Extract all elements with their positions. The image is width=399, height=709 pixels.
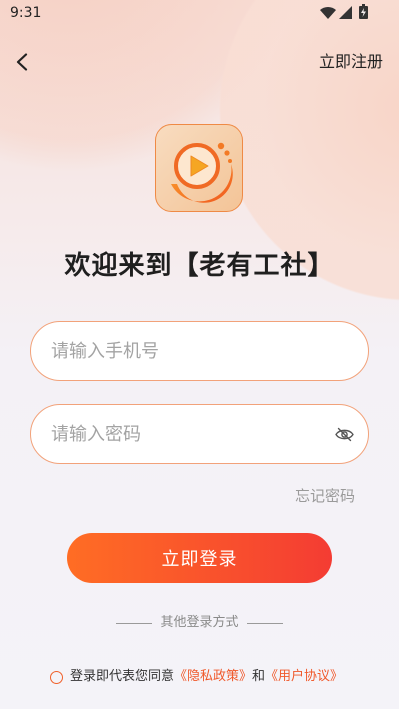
status-time: 9:31	[10, 5, 42, 21]
back-button[interactable]	[12, 51, 32, 73]
privacy-policy-link[interactable]: 《隐私政策》	[174, 669, 252, 684]
agreement-prefix: 登录即代表您同意	[70, 669, 175, 684]
signal-icon	[339, 6, 352, 19]
login-screen: 9:31 立即注册 欢迎来到【老有工社】 请输入手机号 忘记密码 立即登录 其他…	[0, 0, 399, 709]
phone-input[interactable]	[51, 322, 341, 380]
agreement-radio-unchecked-icon[interactable]	[50, 671, 63, 684]
password-input[interactable]	[51, 405, 321, 463]
back-arrow-icon	[16, 53, 28, 71]
login-button[interactable]: 立即登录	[67, 533, 332, 583]
battery-icon	[359, 4, 368, 19]
agreement-text: 登录即代表您同意《隐私政策》和《用户协议》	[70, 668, 343, 686]
eye-off-icon[interactable]	[334, 424, 355, 445]
wifi-icon	[320, 7, 336, 19]
password-field[interactable]	[30, 404, 369, 464]
divider-line-left	[116, 622, 153, 624]
divider-line-right	[246, 622, 283, 624]
other-login-label[interactable]: 其他登录方式	[160, 614, 238, 632]
register-link[interactable]: 立即注册	[319, 51, 383, 73]
agreement-conjunction: 和	[252, 669, 266, 684]
other-login-divider: 其他登录方式	[0, 614, 399, 632]
user-agreement-link[interactable]: 《用户协议》	[265, 669, 343, 684]
page-title: 欢迎来到【老有工社】	[64, 251, 335, 281]
phone-field[interactable]	[30, 321, 369, 381]
forgot-password-link[interactable]: 忘记密码	[295, 486, 355, 506]
app-logo-play-icon	[155, 124, 243, 212]
